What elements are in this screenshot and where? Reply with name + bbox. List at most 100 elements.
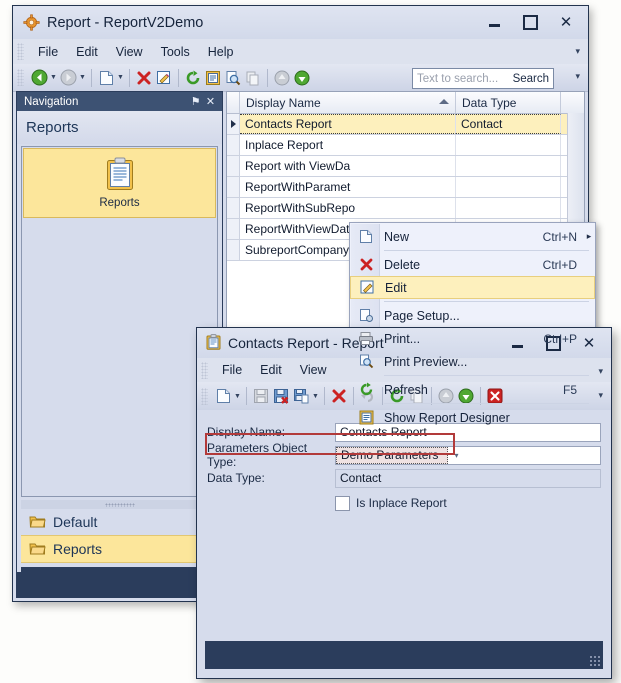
menu-item-label: Show Report Designer [384, 410, 510, 425]
save-and-new-icon[interactable] [291, 386, 311, 406]
minimize-button[interactable] [476, 11, 512, 35]
save-and-close-icon[interactable] [271, 386, 291, 406]
menu-help[interactable]: Help [199, 42, 243, 62]
toolbar-gripper[interactable] [17, 69, 24, 86]
table-row[interactable]: Report with ViewDa [227, 156, 584, 177]
toolbar-separator [129, 68, 130, 87]
toolbar-overflow-icon[interactable]: ▾ [575, 71, 580, 82]
navigation-caption: Navigation ⚑ ✕ [17, 92, 222, 111]
chevron-right-icon: ▸ [586, 231, 592, 241]
forward-icon [58, 68, 78, 88]
navigation-pane: Navigation ⚑ ✕ Reports Reports Default R… [16, 91, 223, 598]
main-window-title: Report - ReportV2Demo [47, 14, 204, 31]
copy-icon [243, 68, 263, 88]
maximize-button[interactable] [512, 11, 548, 35]
menu-item-page-setup[interactable]: Page Setup... [350, 304, 595, 327]
menu-item-shortcut: Ctrl+D [542, 257, 577, 272]
menu-separator [384, 375, 589, 376]
save-and-new-dropdown-icon[interactable]: ▼ [311, 386, 320, 406]
menu-view[interactable]: View [107, 42, 152, 62]
nav-tile-label: Reports [99, 197, 140, 209]
main-menubar: File Edit View Tools Help ▾ [13, 39, 588, 64]
dialog-menu-file[interactable]: File [213, 360, 251, 380]
table-row[interactable]: ReportWithSubRepo [227, 198, 584, 219]
main-titlebar[interactable]: Report - ReportV2Demo ✕ [13, 6, 588, 39]
new-icon[interactable] [96, 68, 116, 88]
menu-item-delete[interactable]: Delete Ctrl+D [350, 253, 595, 276]
grid-column-label: Data Type [462, 95, 517, 110]
navigation-splitter[interactable] [21, 500, 218, 509]
close-icon[interactable]: ✕ [203, 95, 218, 108]
cell-display-name: Report with ViewDa [240, 156, 456, 176]
back-icon[interactable] [29, 68, 49, 88]
edit-icon[interactable] [154, 68, 174, 88]
navigation-title: Navigation [24, 95, 79, 108]
dialog-toolbar-gripper[interactable] [201, 387, 208, 405]
dialog-menu-view[interactable]: View [291, 360, 336, 380]
menu-item-label: Edit [385, 280, 407, 295]
menu-separator [384, 250, 589, 251]
menu-item-refresh[interactable]: Refresh F5 [350, 378, 595, 401]
grid-column-label: Display Name [246, 95, 321, 110]
menu-item-print-preview[interactable]: Print Preview... [350, 350, 595, 373]
sidebar-item-reports[interactable]: Reports [21, 535, 218, 563]
grid-column-data-type[interactable]: Data Type [456, 92, 561, 113]
chevron-down-icon[interactable]: ▾ [448, 447, 465, 464]
row-indicator [227, 240, 240, 260]
menubar-overflow-icon[interactable]: ▾ [575, 46, 580, 57]
table-row[interactable]: ReportWithParamet [227, 177, 584, 198]
dialog-menu-edit[interactable]: Edit [251, 360, 291, 380]
move-down-icon[interactable] [292, 68, 312, 88]
cell-display-name: ReportWithSubRepo [240, 198, 456, 218]
menu-file[interactable]: File [29, 42, 67, 62]
dialog-toolbar-overflow-icon[interactable]: ▾ [598, 390, 603, 401]
nav-tile-reports[interactable]: Reports [23, 148, 216, 218]
table-row[interactable]: Inplace Report [227, 135, 584, 156]
print-icon [354, 331, 378, 346]
toolbar-separator [178, 68, 179, 87]
new-dropdown-icon[interactable]: ▼ [116, 68, 125, 88]
refresh-icon[interactable] [183, 68, 203, 88]
folder-icon [29, 541, 46, 558]
close-button[interactable]: ✕ [548, 11, 584, 35]
menu-item-new[interactable]: New Ctrl+N ▸ [350, 225, 595, 248]
back-dropdown-icon[interactable]: ▼ [49, 68, 58, 88]
sidebar-item-default[interactable]: Default [21, 509, 218, 535]
menubar-gripper[interactable] [17, 43, 24, 60]
row-indicator [227, 135, 240, 155]
new-dropdown-icon[interactable]: ▼ [233, 386, 242, 406]
resize-grip-icon[interactable] [589, 655, 600, 666]
sidebar-item-label: Default [53, 514, 98, 530]
cell-data-type [456, 135, 561, 155]
menu-item-label: New [384, 229, 410, 244]
grid-column-display-name[interactable]: Display Name [240, 92, 456, 113]
menu-item-edit[interactable]: Edit [350, 276, 595, 299]
cell-display-name: Inplace Report [240, 135, 456, 155]
is-inplace-report-checkbox[interactable] [335, 495, 350, 511]
pin-icon[interactable]: ⚑ [188, 95, 203, 108]
row-indicator [227, 156, 240, 176]
search-input[interactable]: Text to search... Search [412, 68, 554, 89]
search-placeholder: Text to search... [417, 72, 499, 85]
table-row[interactable]: Contacts Report Contact [227, 114, 584, 135]
dialog-menubar-overflow-icon[interactable]: ▾ [598, 366, 603, 377]
new-icon[interactable] [213, 386, 233, 406]
menu-edit[interactable]: Edit [67, 42, 107, 62]
dialog-menubar-gripper[interactable] [201, 361, 208, 379]
print-preview-icon[interactable] [223, 68, 243, 88]
delete-icon[interactable] [329, 386, 349, 406]
report-designer-icon[interactable] [203, 68, 223, 88]
menu-item-label: Delete [384, 257, 421, 272]
sort-ascending-icon [439, 99, 449, 104]
menu-item-print[interactable]: Print... Ctrl+P [350, 327, 595, 350]
field-row-parameters-object-type: Parameters Object Type: Demo Parameters … [207, 441, 601, 469]
navigation-group-header[interactable]: Reports [17, 111, 222, 144]
menu-item-show-report-designer[interactable]: Show Report Designer [350, 406, 595, 429]
menu-tools[interactable]: Tools [152, 42, 199, 62]
data-type-field: Contact [335, 468, 601, 488]
delete-icon[interactable] [134, 68, 154, 88]
parameters-object-type-combobox[interactable]: Demo Parameters ▾ [335, 445, 601, 465]
menu-item-label: Refresh [384, 382, 428, 397]
report-designer-icon [354, 410, 378, 425]
search-button[interactable]: Search [513, 73, 549, 85]
